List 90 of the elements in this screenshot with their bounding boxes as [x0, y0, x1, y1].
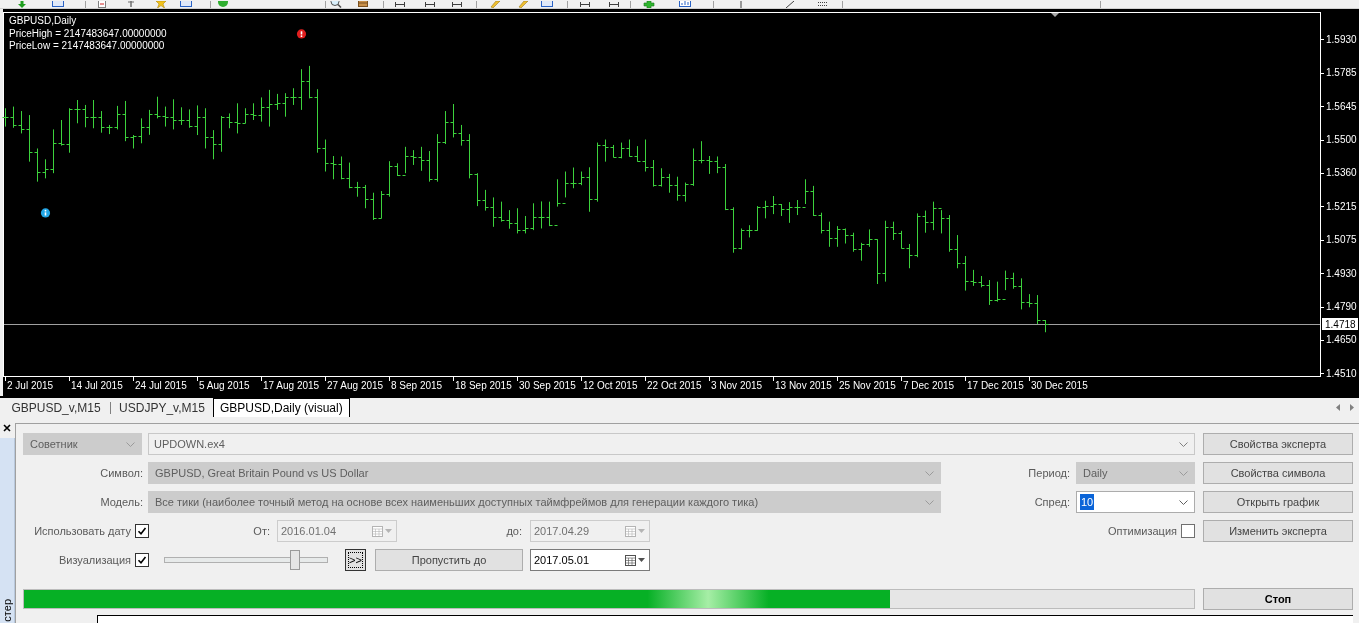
field-label: до: [506, 523, 522, 539]
date-axis-label: 18 Sep 2015 [455, 380, 512, 391]
line-tool-icon[interactable] [451, 1, 463, 8]
checkmark-icon [137, 555, 147, 565]
button[interactable]: Свойства эксперта [1203, 433, 1353, 455]
trend-line-icon[interactable] [784, 1, 796, 8]
caret-down-icon[interactable] [638, 558, 645, 562]
chevron-down-icon [925, 499, 934, 505]
marker-icon [296, 29, 307, 39]
shift-marker-icon[interactable] [1051, 13, 1059, 17]
field-label: Визуализация [58, 552, 131, 568]
date-axis-label: 7 Dec 2015 [903, 380, 955, 391]
chevron-down-icon [925, 470, 934, 476]
price-axis-label: 1.4650 [1326, 334, 1357, 346]
slider-thumb[interactable] [290, 550, 301, 570]
step-button[interactable]: >> [345, 549, 366, 571]
date-axis-label: 8 Sep 2015 [391, 380, 443, 391]
scroll-left-icon[interactable] [1336, 404, 1340, 411]
button[interactable]: Свойства символа [1203, 462, 1353, 484]
plus-icon[interactable] [643, 1, 655, 8]
price-axis-label: 1.4930 [1326, 267, 1357, 279]
dotted-lines-icon[interactable] [817, 1, 829, 8]
panel-title: стер [1, 599, 13, 622]
date-axis-label: 25 Nov 2015 [839, 380, 896, 391]
line-tool-icon[interactable] [394, 1, 406, 8]
field-label: Использовать дату [34, 523, 131, 539]
date-axis-label: 3 Nov 2015 [711, 380, 763, 391]
price-axis-label: 1.5785 [1326, 67, 1357, 79]
button[interactable]: Открыть график [1203, 491, 1353, 513]
field-label: Оптимизация [1108, 523, 1177, 539]
checkbox[interactable] [1181, 524, 1195, 538]
date-axis-label: 30 Dec 2015 [1031, 380, 1088, 391]
date-axis-label: 30 Sep 2015 [519, 380, 576, 391]
price-axis-label: 1.5075 [1326, 234, 1357, 246]
price-axis-label: 1.4510 [1326, 367, 1357, 379]
field-label: Модель: [100, 494, 143, 510]
line-tool-icon[interactable] [608, 1, 620, 8]
scroll-right-icon[interactable] [1350, 404, 1354, 411]
chart-tab[interactable]: USDJPY_v,M15 [113, 398, 211, 417]
chart-tab[interactable]: GBPUSD,Daily (visual) [213, 398, 350, 417]
date-axis-label: 17 Aug 2015 [263, 380, 320, 391]
chart-title: GBPUSD,Daily [9, 15, 77, 26]
spread-field[interactable]: 10 [1076, 491, 1195, 513]
chart-icon[interactable] [679, 1, 691, 8]
document-icon[interactable] [96, 1, 108, 8]
price-axis-label: 1.5500 [1326, 134, 1357, 146]
button[interactable]: Пропустить до [375, 549, 523, 571]
arrow-icon[interactable] [16, 1, 28, 8]
price-axis-label: 1.5360 [1326, 167, 1357, 179]
close-icon[interactable] [3, 424, 11, 432]
button[interactable]: Изменить эксперта [1203, 520, 1353, 542]
field-label: Спред: [1034, 494, 1070, 510]
chart-tab[interactable]: GBPUSD_v,M15 [5, 398, 107, 417]
button[interactable]: Стоп [1203, 588, 1353, 610]
price-axis-label: 1.5645 [1326, 100, 1357, 112]
line-tool-icon[interactable] [579, 1, 591, 8]
line-tool-icon[interactable] [424, 1, 436, 8]
chevron-down-icon [1179, 441, 1188, 447]
checkbox[interactable] [135, 553, 149, 567]
price-axis-label: 1.5930 [1326, 33, 1357, 45]
date-axis-label: 17 Dec 2015 [967, 380, 1024, 391]
speed-slider-track[interactable] [164, 550, 328, 570]
date-axis-label: 2 Jul 2015 [7, 380, 54, 391]
price-axis-label: 1.5215 [1326, 200, 1357, 212]
box-icon[interactable] [357, 1, 369, 8]
chevron-down-icon [126, 441, 135, 447]
star-icon[interactable] [155, 1, 167, 8]
indicator-text: PriceLow = 2147483647.00000000 [9, 40, 165, 51]
field-label: Символ: [100, 465, 143, 481]
date-axis-label: 14 Jul 2015 [71, 380, 123, 391]
chevron-down-icon [1179, 470, 1188, 476]
date-axis-label: 12 Oct 2015 [583, 380, 638, 391]
checkbox[interactable] [135, 524, 149, 538]
date-axis-label: 27 Aug 2015 [327, 380, 384, 391]
marker-icon [40, 208, 51, 218]
search-icon[interactable] [330, 1, 342, 8]
calendar-icon[interactable] [625, 554, 636, 566]
pin-icon[interactable] [125, 1, 137, 8]
field-label: Период: [1028, 465, 1070, 481]
date-axis-label: 5 Aug 2015 [199, 380, 250, 391]
price-axis-label: 1.4790 [1326, 301, 1357, 313]
date-field[interactable]: 2017.05.01 [530, 549, 650, 571]
checkmark-icon [137, 526, 147, 536]
date-axis-label: 13 Nov 2015 [775, 380, 832, 391]
chevron-down-icon [1179, 499, 1188, 505]
current-price-label: 1.4718 [1322, 318, 1358, 330]
date-axis-label: 22 Oct 2015 [647, 380, 702, 391]
date-axis-label: 24 Jul 2015 [135, 380, 187, 391]
indicator-text: PriceHigh = 2147483647.00000000 [9, 28, 167, 39]
field-label: От: [253, 523, 270, 539]
